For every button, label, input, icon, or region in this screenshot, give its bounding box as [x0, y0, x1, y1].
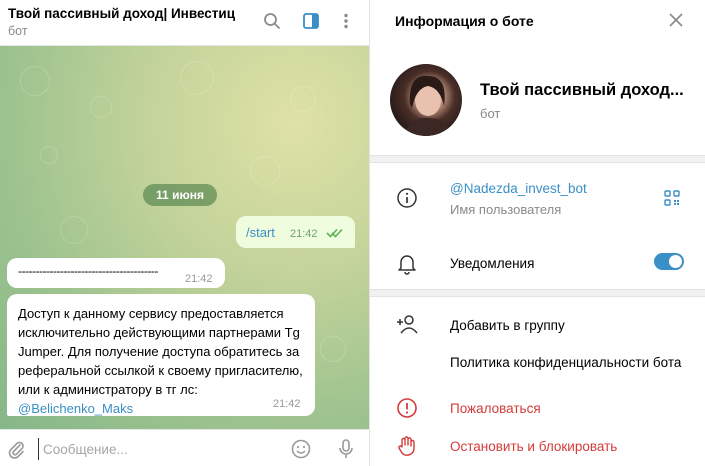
search-button[interactable]: [261, 10, 283, 32]
bot-subtitle: бот: [480, 106, 501, 121]
incoming-message[interactable]: Доступ к данному сервису предоставляется…: [7, 294, 315, 416]
toggle-knob: [669, 255, 682, 268]
more-vertical-icon: [344, 13, 348, 29]
close-icon[interactable]: [667, 11, 685, 29]
avatar[interactable]: [390, 64, 462, 136]
paperclip-icon[interactable]: [6, 439, 26, 459]
section-divider: [370, 289, 705, 297]
privacy-policy-button[interactable]: Политика конфиденциальности бота: [450, 355, 681, 370]
notifications-toggle[interactable]: [654, 253, 684, 270]
bell-icon: [398, 255, 416, 275]
info-icon: [397, 188, 417, 208]
sidebar-toggle-button[interactable]: [300, 10, 322, 32]
microphone-icon[interactable]: [336, 438, 356, 460]
qr-code-icon[interactable]: [664, 190, 680, 206]
message-time: 21:42: [290, 228, 318, 240]
message-time: 21:42: [273, 398, 301, 410]
info-row-icon: [395, 186, 419, 210]
emoji-icon[interactable]: [290, 438, 312, 460]
date-badge: 11 июня: [143, 184, 217, 206]
section-divider: [370, 155, 705, 163]
bot-name: Твой пассивный доход...: [480, 81, 684, 99]
mention-link[interactable]: @Belichenko_Maks: [18, 401, 133, 416]
chat-subtitle: бот: [8, 24, 28, 38]
report-row-icon: [395, 396, 419, 420]
message-composer: [0, 429, 369, 466]
message-text: ----------------------------------------: [18, 264, 158, 278]
add-user-icon: [397, 315, 418, 334]
notifications-label: Уведомления: [450, 256, 535, 271]
double-check-icon: [326, 228, 343, 238]
bot-username[interactable]: @Nadezda_invest_bot: [450, 181, 587, 196]
add-group-row-icon: [395, 312, 419, 336]
username-caption: Имя пользователя: [450, 202, 562, 217]
more-menu-button[interactable]: [335, 10, 357, 32]
notifications-row-icon: [395, 252, 419, 276]
chat-header: Твой пассивный доход| Инвестиц бот: [0, 0, 369, 46]
message-text: Доступ к данному сервису предоставляется…: [18, 306, 303, 416]
block-row-icon: [395, 434, 419, 458]
bot-info-panel: Информация о боте Твой пассивный доход..…: [369, 0, 705, 466]
chat-title[interactable]: Твой пассивный доход| Инвестиц: [8, 6, 244, 21]
add-to-group-button[interactable]: Добавить в группу: [450, 318, 565, 333]
outgoing-message[interactable]: /start 21:42: [236, 216, 355, 248]
message-text[interactable]: /start: [246, 225, 275, 240]
warning-icon: [397, 398, 417, 418]
avatar-photo-icon: [404, 75, 452, 136]
panel-title: Информация о боте: [395, 13, 534, 29]
hand-stop-icon: [398, 436, 415, 456]
search-icon: [264, 13, 280, 29]
report-button[interactable]: Пожаловаться: [450, 401, 541, 416]
message-input[interactable]: [38, 438, 278, 460]
incoming-message[interactable]: ----------------------------------------…: [7, 258, 225, 288]
message-time: 21:42: [185, 273, 213, 285]
sidebar-icon: [303, 13, 319, 29]
stop-and-block-button[interactable]: Остановить и блокировать: [450, 439, 617, 454]
chat-pane: Твой пассивный доход| Инвестиц бот 11 ию…: [0, 0, 369, 466]
